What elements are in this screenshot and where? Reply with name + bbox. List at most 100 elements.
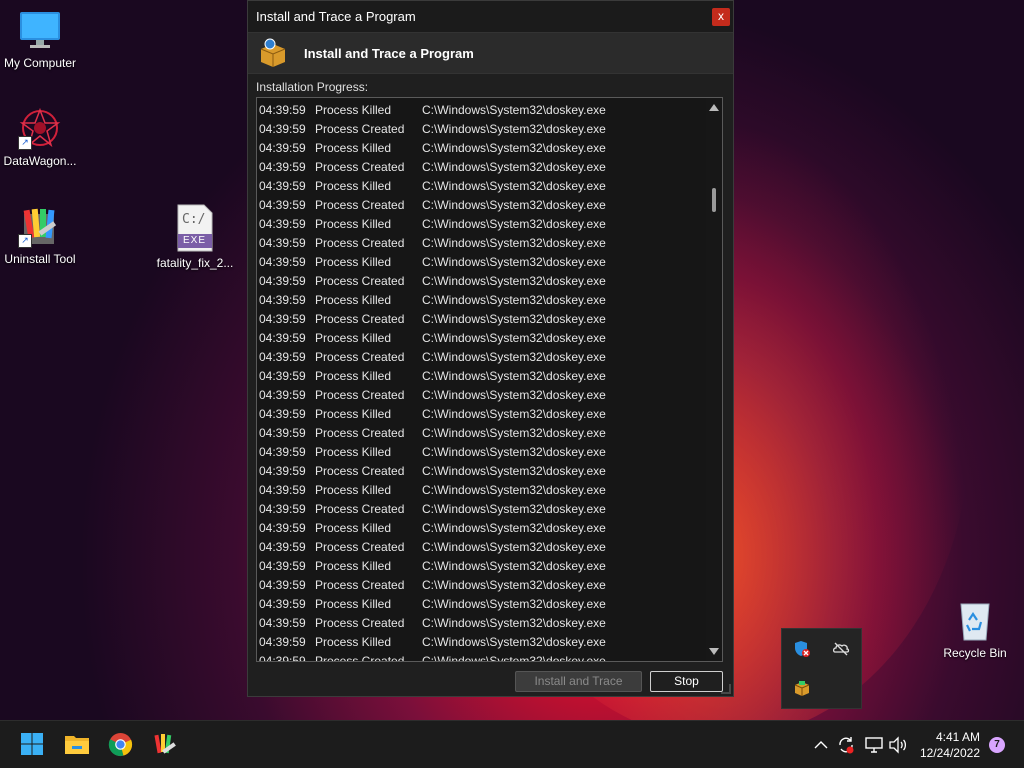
log-row[interactable]: 04:39:59 Process Created C:\Windows\System… (257, 499, 706, 518)
log-row[interactable]: 04:39:59 Process Created C:\Windows\System… (257, 537, 706, 556)
log-time: 04:39:59 (259, 520, 306, 535)
install-trace-window: Install and Trace a Program x Install an… (247, 0, 734, 697)
log-path: C:\Windows\System32\doskey.exe (422, 463, 606, 478)
desktop-icon-label: My Computer (3, 56, 77, 70)
header-title: Install and Trace a Program (304, 45, 474, 61)
stop-button[interactable]: Stop (650, 671, 723, 692)
installation-progress-label: Installation Progress: (256, 80, 369, 94)
log-row[interactable]: 04:39:59 Process Killed C:\Windows\System3… (257, 252, 706, 271)
log-row[interactable]: 04:39:59 Process Killed C:\Windows\System3… (257, 480, 706, 499)
log-row[interactable]: 04:39:59 Process Created C:\Windows\System… (257, 575, 706, 594)
log-action: Process Killed (315, 292, 392, 307)
log-action: Process Killed (315, 254, 392, 269)
log-row[interactable]: 04:39:59 Process Created C:\Windows\System… (257, 461, 706, 480)
onedrive-offline-icon[interactable] (832, 640, 850, 658)
log-row[interactable]: 04:39:59 Process Killed C:\Windows\System3… (257, 176, 706, 195)
datawagon-logo-icon: ↗ (18, 106, 62, 150)
log-row[interactable]: 04:39:59 Process Killed C:\Windows\System3… (257, 138, 706, 157)
log-action: Process Created (315, 273, 405, 288)
log-row[interactable]: 04:39:59 Process Created C:\Windows\System… (257, 233, 706, 252)
shortcut-arrow-icon: ↗ (18, 136, 32, 150)
log-action: Process Created (315, 235, 405, 250)
log-path: C:\Windows\System32\doskey.exe (422, 330, 606, 345)
scroll-up-icon[interactable] (709, 104, 719, 111)
taskbar-clock[interactable]: 4:41 AM 12/24/2022 (920, 729, 980, 761)
taskbar: 4:41 AM 12/24/2022 7 (0, 720, 1024, 768)
package-tray-icon[interactable] (793, 679, 811, 697)
log-row[interactable]: 04:39:59 Process Killed C:\Windows\System3… (257, 632, 706, 651)
log-row[interactable]: 04:39:59 Process Created C:\Windows\System… (257, 613, 706, 632)
desktop-icon-datawagon[interactable]: ↗ DataWagon... (0, 106, 80, 168)
volume-icon[interactable] (888, 735, 908, 755)
log-row[interactable]: 04:39:59 Process Killed C:\Windows\System3… (257, 214, 706, 233)
desktop-icon-my-computer[interactable]: My Computer (0, 8, 80, 70)
log-row[interactable]: 04:39:59 Process Created C:\Windows\System… (257, 651, 706, 662)
log-time: 04:39:59 (259, 235, 306, 250)
windows-start-icon[interactable] (20, 732, 46, 758)
desktop-icon-fatality-fix[interactable]: C:/ EXE fatality_fix_2... (155, 204, 235, 270)
desktop-icon-recycle-bin[interactable]: Recycle Bin (935, 598, 1015, 660)
notification-badge[interactable]: 7 (989, 737, 1005, 753)
desktop-icon-label: fatality_fix_2... (156, 256, 234, 270)
log-row[interactable]: 04:39:59 Process Created C:\Windows\System… (257, 157, 706, 176)
network-icon[interactable] (864, 735, 884, 755)
log-time: 04:39:59 (259, 273, 306, 288)
log-path: C:\Windows\System32\doskey.exe (422, 425, 606, 440)
log-action: Process Created (315, 425, 405, 440)
file-explorer-icon[interactable] (64, 732, 90, 758)
log-time: 04:39:59 (259, 292, 306, 307)
log-action: Process Killed (315, 178, 392, 193)
clock-date: 12/24/2022 (919, 746, 980, 760)
desktop-icon-uninstall-tool[interactable]: ↗ Uninstall Tool (0, 204, 80, 266)
window-titlebar[interactable]: Install and Trace a Program x (248, 1, 733, 32)
log-time: 04:39:59 (259, 178, 306, 193)
log-row[interactable]: 04:39:59 Process Killed C:\Windows\System3… (257, 594, 706, 613)
log-action: Process Killed (315, 520, 392, 535)
log-row[interactable]: 04:39:59 Process Created C:\Windows\System… (257, 347, 706, 366)
log-row[interactable]: 04:39:59 Process Created C:\Windows\System… (257, 271, 706, 290)
uninstall-tool-icon[interactable] (152, 732, 178, 758)
scroll-down-icon[interactable] (709, 648, 719, 655)
log-scrollbar[interactable] (706, 98, 722, 661)
log-path: C:\Windows\System32\doskey.exe (422, 197, 606, 212)
sync-icon[interactable] (836, 735, 856, 755)
log-row[interactable]: 04:39:59 Process Killed C:\Windows\System3… (257, 328, 706, 347)
desktop-icon-label: Recycle Bin (943, 646, 1007, 660)
log-time: 04:39:59 (259, 254, 306, 269)
log-row[interactable]: 04:39:59 Process Killed C:\Windows\System3… (257, 556, 706, 575)
log-time: 04:39:59 (259, 102, 306, 117)
monitor-icon (18, 8, 62, 52)
close-button[interactable]: x (712, 8, 730, 26)
log-row[interactable]: 04:39:59 Process Created C:\Windows\System… (257, 119, 706, 138)
shortcut-arrow-icon: ↗ (18, 234, 32, 248)
log-path: C:\Windows\System32\doskey.exe (422, 501, 606, 516)
log-action: Process Created (315, 197, 405, 212)
log-row[interactable]: 04:39:59 Process Created C:\Windows\System… (257, 195, 706, 214)
chevron-up-icon[interactable] (813, 737, 829, 753)
log-row[interactable]: 04:39:59 Process Created C:\Windows\System… (257, 423, 706, 442)
scroll-thumb[interactable] (712, 188, 716, 212)
log-time: 04:39:59 (259, 501, 306, 516)
log-time: 04:39:59 (259, 311, 306, 326)
log-row[interactable]: 04:39:59 Process Killed C:\Windows\System3… (257, 518, 706, 537)
log-action: Process Killed (315, 102, 392, 117)
log-row[interactable]: 04:39:59 Process Killed C:\Windows\System3… (257, 100, 706, 119)
log-row[interactable]: 04:39:59 Process Created C:\Windows\System… (257, 309, 706, 328)
log-row[interactable]: 04:39:59 Process Killed C:\Windows\System3… (257, 290, 706, 309)
install-and-trace-button[interactable]: Install and Trace (515, 671, 642, 692)
resize-grip-icon[interactable] (721, 684, 731, 694)
log-time: 04:39:59 (259, 615, 306, 630)
log-path: C:\Windows\System32\doskey.exe (422, 292, 606, 307)
security-shield-icon[interactable] (793, 640, 811, 658)
log-time: 04:39:59 (259, 216, 306, 231)
log-time: 04:39:59 (259, 330, 306, 345)
log-row[interactable]: 04:39:59 Process Killed C:\Windows\System3… (257, 442, 706, 461)
chrome-icon[interactable] (108, 732, 134, 758)
log-row[interactable]: 04:39:59 Process Killed C:\Windows\System3… (257, 404, 706, 423)
log-path: C:\Windows\System32\doskey.exe (422, 596, 606, 611)
log-row[interactable]: 04:39:59 Process Killed C:\Windows\System3… (257, 366, 706, 385)
installation-log-list[interactable]: 04:39:59 Process Killed C:\Windows\System3… (256, 97, 723, 662)
log-row[interactable]: 04:39:59 Process Created C:\Windows\System… (257, 385, 706, 404)
log-time: 04:39:59 (259, 349, 306, 364)
log-time: 04:39:59 (259, 539, 306, 554)
